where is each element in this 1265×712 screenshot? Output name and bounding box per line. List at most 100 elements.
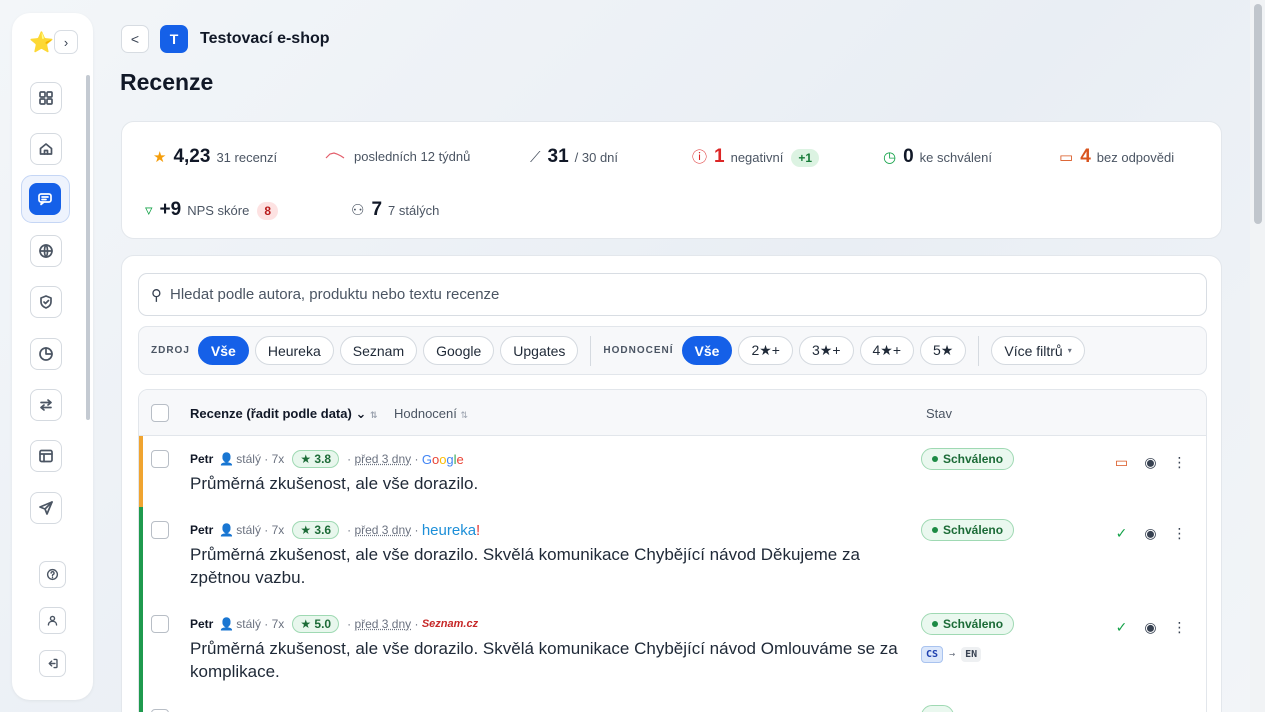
- rating-chip-3plus[interactable]: 3★+: [798, 336, 854, 365]
- rating-chip-2plus[interactable]: 2★+: [738, 336, 793, 365]
- pending-value: 0: [903, 146, 914, 167]
- reviews-table: Recenze (řadit podle data) ⌄ ⇅ Hodnocení…: [138, 389, 1207, 712]
- arrow-right-icon: →: [949, 649, 956, 660]
- filter-divider: [590, 335, 592, 366]
- rating-chip-all[interactable]: Vše: [681, 336, 733, 365]
- stat-trend[interactable]: posledních 12 týdnů: [325, 149, 470, 164]
- more-options-button[interactable]: ⋮: [1165, 525, 1194, 542]
- more-options-button[interactable]: ⋮: [1165, 454, 1194, 471]
- star-icon: ★: [153, 149, 167, 166]
- rating-chip-5[interactable]: 5★: [920, 336, 967, 365]
- review-meta: Petr 👤 stálý · 7x ★ 5.0 · před 3 dny · S…: [190, 615, 478, 633]
- table-row[interactable]: Petr 👤 stálý · 7x ★ 3.8 · před 3 dny · G…: [139, 436, 1206, 507]
- sidebar-scrollbar[interactable]: [86, 75, 90, 420]
- rating-value: 4,23: [173, 146, 211, 167]
- rating-chip-4plus[interactable]: 4★+: [859, 336, 915, 365]
- table-row[interactable]: Petr 👤 stálý · 7x ★ 5.0 · před 3 dny · S…: [139, 601, 1206, 695]
- author-name[interactable]: Petr: [190, 617, 213, 631]
- review-meta: Petr 👤 stálý · 7x ★ 3.8 · před 3 dny · G…: [190, 450, 464, 468]
- reviews-button[interactable]: [29, 183, 61, 215]
- rating-badge: ★ 3.8: [292, 450, 340, 468]
- stat-pending[interactable]: ◷ 0 ke schválení: [883, 146, 992, 168]
- filter-divider: [978, 335, 980, 366]
- chevron-down-icon: ▾: [1067, 346, 1072, 355]
- negative-delta-badge: +1: [791, 149, 820, 167]
- translation-indicator[interactable]: CS → EN: [921, 646, 982, 663]
- heureka-logo: heureka!: [421, 521, 481, 539]
- review-text: Průměrná zkušenost, ale vše dorazilo. Sk…: [190, 639, 898, 681]
- dashboard-grid-button[interactable]: [30, 82, 62, 114]
- globe-button[interactable]: [30, 235, 62, 267]
- author-name[interactable]: Petr: [190, 452, 213, 466]
- reviews-card: ⚲ Hledat podle autora, produktu nebo tex…: [121, 255, 1222, 712]
- seznam-logo: Seznam.cz: [421, 618, 479, 630]
- analytics-button[interactable]: [30, 338, 62, 370]
- expand-sidebar-button[interactable]: ›: [54, 30, 78, 54]
- table-row[interactable]: Petr 👤 stálý · 7x ★ 3.6 · před 3 dny · h…: [139, 507, 1206, 601]
- review-date: před 3 dny: [354, 523, 412, 537]
- source-chip-heureka[interactable]: Heureka: [254, 336, 334, 365]
- status-dot: [932, 527, 938, 533]
- source-chip-google[interactable]: Google: [423, 336, 495, 365]
- stat-regulars[interactable]: ⚇ 7 7 stálých: [351, 199, 439, 221]
- page-title: Recenze: [120, 69, 214, 95]
- search-input[interactable]: ⚲ Hledat podle autora, produktu nebo tex…: [138, 273, 1207, 316]
- page-scrollbar-thumb[interactable]: [1254, 4, 1262, 224]
- help-button[interactable]: [39, 561, 66, 588]
- send-button[interactable]: [30, 492, 62, 524]
- more-filters-button[interactable]: Více filtrů ▾: [991, 336, 1085, 365]
- row-checkbox[interactable]: [151, 450, 169, 468]
- row-accent-bar: [139, 507, 143, 601]
- back-button[interactable]: <: [121, 25, 149, 53]
- logout-button[interactable]: [39, 650, 66, 677]
- lang-to: EN: [961, 647, 982, 662]
- row-actions: ▭ ◉ ⋮: [1107, 454, 1194, 471]
- review-meta: Petr 👤 stálý · 7x ★ 3.6 · před 3 dny · h…: [190, 521, 480, 539]
- row-accent-bar: [139, 436, 143, 507]
- shop-name[interactable]: Testovací e-shop: [200, 30, 330, 48]
- view-button[interactable]: ◉: [1136, 454, 1165, 471]
- status-label: Schváleno: [943, 617, 1004, 631]
- row-actions: ✓ ◉ ⋮: [1107, 525, 1194, 542]
- home-button[interactable]: [30, 133, 62, 165]
- clock-icon: ◷: [883, 149, 897, 166]
- shop-avatar: T: [160, 25, 188, 53]
- sort-by-rating-header[interactable]: Hodnocení ⇅: [394, 406, 468, 421]
- trend-label: posledních 12 týdnů: [354, 149, 471, 164]
- negative-label: negativní: [730, 150, 784, 165]
- reply-button[interactable]: ▭: [1107, 454, 1136, 471]
- source-chip-all[interactable]: Vše: [197, 336, 249, 365]
- col-review-label: Recenze (řadit podle data): [190, 406, 352, 421]
- select-all-checkbox[interactable]: [151, 404, 169, 422]
- row-checkbox[interactable]: [151, 521, 169, 539]
- recent-label: / 30 dní: [574, 150, 619, 165]
- stat-negative[interactable]: ⓘ 1 negativní +1: [692, 146, 820, 168]
- stat-nps[interactable]: ▿ +9 NPS skóre 8: [145, 199, 279, 221]
- stats-card: ★ 4,23 31 recenzí posledních 12 týdnů ⟋ …: [121, 121, 1222, 239]
- stat-rating[interactable]: ★ 4,23 31 recenzí: [153, 146, 277, 168]
- status-dot: [932, 456, 938, 462]
- unanswered-value: 4: [1080, 146, 1091, 167]
- source-chip-seznam[interactable]: Seznam: [339, 336, 418, 365]
- profile-button[interactable]: [39, 607, 66, 634]
- table-row[interactable]: [139, 695, 1206, 712]
- recent-value: 31: [547, 146, 569, 167]
- nps-badge: 8: [257, 202, 279, 220]
- transfer-button[interactable]: [30, 389, 62, 421]
- view-button[interactable]: ◉: [1136, 525, 1165, 542]
- author-name[interactable]: Petr: [190, 523, 213, 537]
- more-options-button[interactable]: ⋮: [1165, 619, 1194, 636]
- shield-button[interactable]: [30, 286, 62, 318]
- rating-badge: ★ 3.6: [292, 521, 340, 539]
- source-chip-upgates[interactable]: Upgates: [500, 336, 579, 365]
- nps-label: NPS skóre: [187, 203, 250, 218]
- view-button[interactable]: ◉: [1136, 619, 1165, 636]
- stat-recent[interactable]: ⟋ 31 / 30 dní: [530, 146, 618, 168]
- source-filter-label: ZDROJ: [151, 345, 190, 356]
- row-checkbox[interactable]: [151, 615, 169, 633]
- status-label: Schváleno: [943, 452, 1004, 466]
- sort-by-date-header[interactable]: Recenze (řadit podle data) ⌄ ⇅: [190, 406, 378, 422]
- layout-button[interactable]: [30, 440, 62, 472]
- status-badge: Schváleno: [921, 519, 1015, 541]
- stat-unanswered[interactable]: ▭ 4 bez odpovědi: [1059, 146, 1174, 168]
